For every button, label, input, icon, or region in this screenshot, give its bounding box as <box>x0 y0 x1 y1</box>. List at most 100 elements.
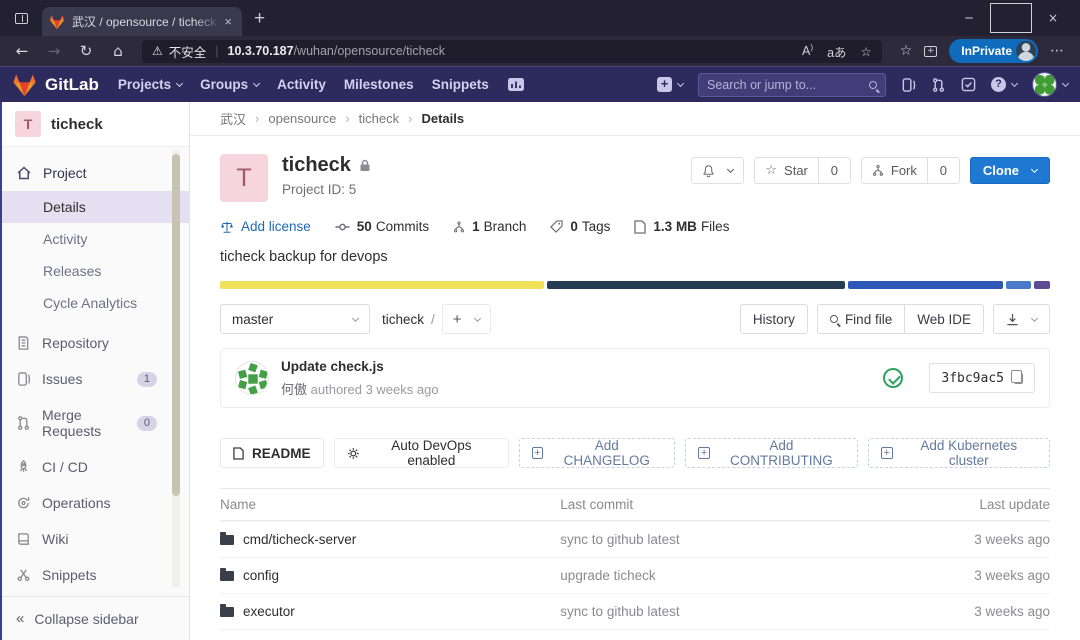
files-stat[interactable]: 1.3 MB Files <box>634 219 729 234</box>
close-button[interactable]: × <box>1032 3 1074 33</box>
scrollbar-thumb[interactable] <box>172 154 180 496</box>
charts-icon[interactable] <box>507 77 525 92</box>
notifications-button[interactable] <box>691 157 745 184</box>
star-button[interactable]: ☆ Star <box>754 157 819 184</box>
sidebar-project-name: ticheck <box>51 115 103 133</box>
translate-icon[interactable]: aあ <box>827 42 846 61</box>
search-icon <box>829 315 838 323</box>
add-changelog-button[interactable]: + Add CHANGELOG <box>518 438 676 468</box>
sidebar-item-cycle-analytics[interactable]: Cycle Analytics <box>0 287 189 319</box>
sidebar-item-repository[interactable]: Repository <box>0 325 189 361</box>
tags-stat[interactable]: 0 Tags <box>550 219 610 234</box>
sidebar-item-releases[interactable]: Releases <box>0 255 189 287</box>
star-count[interactable]: 0 <box>818 157 851 184</box>
table-header: Name Last commit Last update <box>220 488 1050 521</box>
sidebar-item-project[interactable]: Project <box>0 155 189 191</box>
breadcrumb-project[interactable]: ticheck <box>359 111 399 126</box>
nav-projects[interactable]: Projects <box>118 77 184 92</box>
web-ide-button[interactable]: Web IDE <box>905 304 984 334</box>
read-aloud-icon[interactable]: A) <box>802 43 813 58</box>
security-label: 不安全 <box>168 45 207 60</box>
add-contributing-button[interactable]: + Add CONTRIBUTING <box>685 438 858 468</box>
project-sidebar: T ticheck Project Details Activity Relea… <box>0 102 190 640</box>
sidebar-item-operations[interactable]: Operations <box>0 485 189 521</box>
minimize-button[interactable]: ─ <box>948 3 990 33</box>
refresh-icon[interactable]: ↻ <box>72 42 100 60</box>
commit-message-link[interactable]: Update check.js <box>281 359 384 374</box>
back-icon[interactable]: ← <box>8 42 36 60</box>
add-kubernetes-button[interactable]: + Add Kubernetes cluster <box>867 438 1050 468</box>
collapse-sidebar-button[interactable]: « Collapse sidebar <box>0 596 189 640</box>
sidebar-item-details[interactable]: Details <box>0 191 189 223</box>
search-input[interactable] <box>707 77 869 92</box>
search-box[interactable] <box>698 72 886 97</box>
workspaces-icon[interactable] <box>6 5 36 31</box>
commits-stat[interactable]: 50 Commits <box>335 219 429 234</box>
path-root-link[interactable]: ticheck <box>382 312 424 327</box>
download-button[interactable] <box>993 304 1050 334</box>
fork-button[interactable]: Fork <box>860 157 928 184</box>
home-icon[interactable]: ⌂ <box>104 42 132 60</box>
sidebar-scrollbar[interactable] <box>172 150 180 588</box>
sidebar-item-merge-requests[interactable]: Merge Requests 0 <box>0 397 189 449</box>
copy-icon[interactable] <box>1011 369 1023 384</box>
maximize-button[interactable] <box>990 3 1032 33</box>
table-row[interactable]: internal sync to github latest 3 weeks a… <box>220 629 1050 640</box>
fork-count[interactable]: 0 <box>927 157 960 184</box>
table-row[interactable]: executor sync to github latest 3 weeks a… <box>220 593 1050 629</box>
gitlab-navbar: GitLab Projects Groups Activity Mileston… <box>0 66 1080 102</box>
forward-icon[interactable]: → <box>40 42 68 60</box>
clone-button[interactable]: Clone <box>969 157 1050 184</box>
tab-close-icon[interactable]: × <box>221 14 235 29</box>
sidebar-item-ci-cd[interactable]: CI / CD <box>0 449 189 485</box>
sidebar-item-wiki[interactable]: Wiki <box>0 521 189 557</box>
tab-title: 武汉 / opensource / ticheck - Gi <box>72 15 221 29</box>
folder-icon <box>220 567 234 581</box>
breadcrumb-subgroup[interactable]: opensource <box>268 111 336 126</box>
favorites-icon[interactable]: ☆ <box>900 43 913 59</box>
browser-menu-icon[interactable]: ⋯ <box>1050 43 1064 59</box>
sidebar-item-activity[interactable]: Activity <box>0 223 189 255</box>
auto-devops-button[interactable]: Auto DevOps enabled <box>333 438 509 468</box>
browser-tab[interactable]: 武汉 / opensource / ticheck - Gi × <box>42 7 242 36</box>
gitlab-brand[interactable]: GitLab <box>45 75 99 95</box>
new-menu-button[interactable]: + <box>657 77 685 92</box>
chevron-down-icon <box>1030 165 1039 174</box>
branch-selector[interactable]: master <box>220 304 370 334</box>
merge-requests-icon[interactable] <box>931 77 946 93</box>
user-menu[interactable] <box>1032 72 1070 97</box>
nav-milestones[interactable]: Milestones <box>344 77 414 92</box>
sidebar-project-header[interactable]: T ticheck <box>0 102 189 147</box>
commit-author-link[interactable]: 何傲 <box>281 382 307 397</box>
window-edge <box>0 102 2 640</box>
branches-stat[interactable]: 1 Branch <box>453 219 526 234</box>
project-stats: Add license 50 Commits 1 Branch 0 Tags 1.3 … <box>220 219 1050 234</box>
address-bar[interactable]: ⚠ 不安全 | 10.3.70.187 /wuhan/opensource/ti… <box>142 39 882 63</box>
sidebar-item-issues[interactable]: Issues 1 <box>0 361 189 397</box>
find-file-button[interactable]: Find file <box>816 304 906 334</box>
gitlab-favicon <box>49 14 65 29</box>
add-file-button[interactable]: + <box>441 304 491 334</box>
collections-icon[interactable]: + <box>924 45 938 57</box>
table-row[interactable]: config upgrade ticheck 3 weeks ago <box>220 557 1050 593</box>
issues-icon[interactable] <box>901 77 916 93</box>
table-row[interactable]: cmd/ticheck-server sync to github latest… <box>220 521 1050 557</box>
favorites-star-icon[interactable]: ☆ <box>861 44 872 59</box>
commit-author-avatar[interactable] <box>235 361 269 395</box>
nav-activity[interactable]: Activity <box>277 77 326 92</box>
nav-snippets[interactable]: Snippets <box>432 77 489 92</box>
readme-button[interactable]: README <box>220 438 324 468</box>
breadcrumb-group[interactable]: 武汉 <box>220 109 246 128</box>
mr-count-badge: 0 <box>136 415 157 431</box>
history-button[interactable]: History <box>739 304 808 334</box>
license-scale-icon <box>221 221 233 233</box>
add-license-link[interactable]: Add license <box>220 219 311 234</box>
nav-groups[interactable]: Groups <box>200 77 261 92</box>
pipeline-status-icon[interactable] <box>883 368 904 388</box>
inprivate-badge[interactable]: InPrivate <box>949 39 1038 63</box>
gitlab-logo[interactable] <box>12 73 37 97</box>
todos-icon[interactable] <box>961 77 976 92</box>
help-menu[interactable]: ? <box>991 77 1019 92</box>
new-tab-button[interactable]: + <box>254 9 265 28</box>
sidebar-item-snippets[interactable]: Snippets <box>0 557 189 593</box>
